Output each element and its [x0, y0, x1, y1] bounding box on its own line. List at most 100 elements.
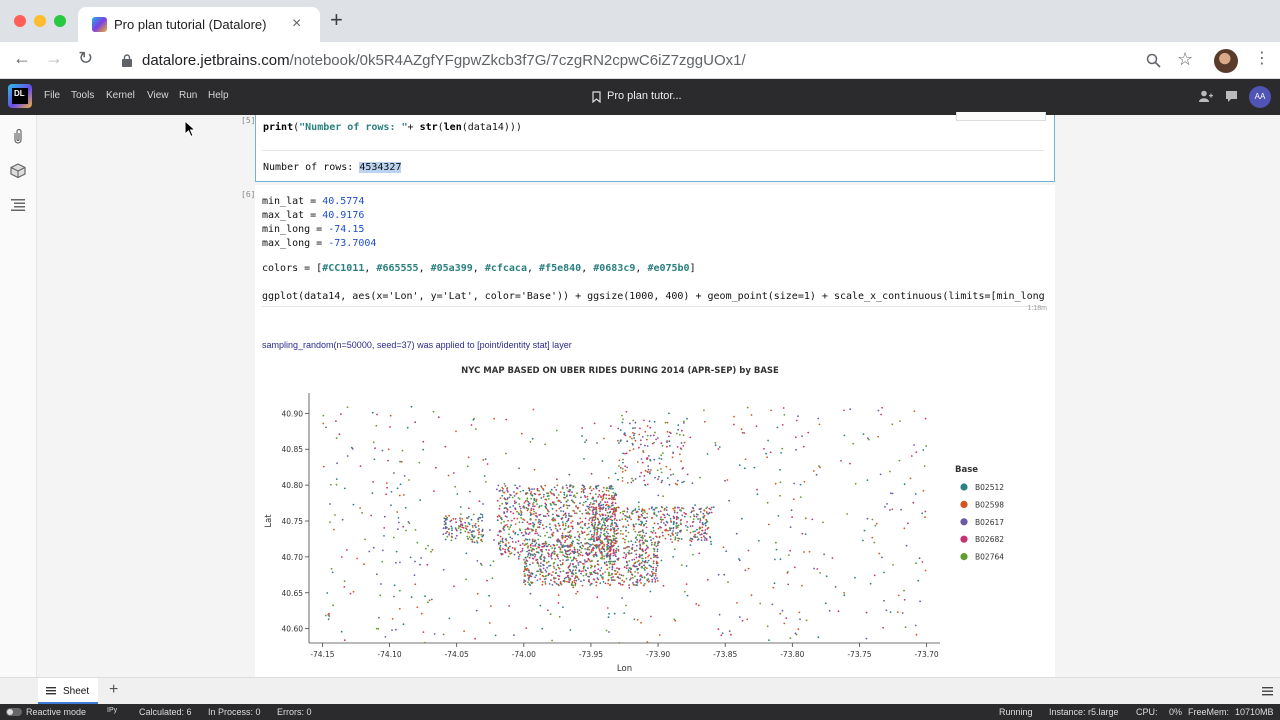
environment-icon[interactable]	[10, 163, 26, 178]
data-point	[554, 547, 556, 550]
data-point	[602, 517, 604, 519]
minimize-window-button[interactable]	[34, 15, 46, 27]
code-colors[interactable]: colors = [#CC1011, #665555, #05a399, #cf…	[262, 263, 696, 274]
data-point	[608, 506, 611, 508]
data-point	[599, 505, 601, 507]
new-tab-icon[interactable]: +	[330, 9, 343, 31]
data-point	[606, 552, 609, 555]
data-point	[683, 512, 686, 514]
instance-type[interactable]: Instance: r5.large	[1049, 707, 1119, 717]
data-point	[542, 496, 545, 498]
menu-tools[interactable]: Tools	[71, 90, 94, 101]
zoom-icon[interactable]	[1146, 53, 1161, 68]
sheets-list-icon[interactable]	[1262, 687, 1273, 696]
menu-view[interactable]: View	[147, 90, 169, 101]
maximize-window-button[interactable]	[54, 15, 66, 27]
browser-menu-icon[interactable]: ⋮	[1254, 48, 1270, 68]
data-point	[646, 434, 649, 437]
data-point	[615, 529, 618, 532]
data-point	[551, 533, 553, 536]
data-point	[336, 462, 338, 465]
data-point	[615, 537, 618, 539]
data-point	[649, 590, 652, 593]
profile-avatar[interactable]	[1214, 49, 1238, 73]
data-point	[524, 560, 527, 563]
code-min-lat[interactable]: min_lat = 40.5774	[262, 196, 364, 207]
data-point	[604, 519, 607, 521]
data-point	[915, 562, 917, 565]
cell-5-toolbar[interactable]	[956, 112, 1046, 121]
data-point	[669, 518, 672, 520]
back-icon[interactable]: ←	[13, 48, 31, 69]
data-point	[461, 518, 464, 520]
notebook-title[interactable]: Pro plan tutor...	[607, 90, 682, 102]
data-point	[706, 506, 709, 509]
data-point	[464, 530, 467, 533]
data-point	[446, 530, 448, 533]
comments-icon[interactable]	[1225, 90, 1238, 103]
bookmark-star-icon[interactable]: ☆	[1177, 49, 1193, 70]
menu-run[interactable]: Run	[179, 90, 197, 101]
data-point	[576, 492, 578, 495]
share-users-icon[interactable]	[1199, 90, 1213, 103]
data-point	[607, 525, 609, 527]
data-point	[603, 524, 606, 526]
data-point	[685, 583, 688, 585]
data-point	[863, 529, 866, 532]
data-point	[634, 530, 637, 533]
data-point	[613, 506, 616, 509]
user-avatar[interactable]: AA	[1249, 86, 1271, 108]
close-window-button[interactable]	[14, 15, 26, 27]
data-point	[567, 574, 569, 577]
data-point	[924, 510, 927, 513]
add-sheet-icon[interactable]: +	[109, 681, 118, 699]
code-min-long[interactable]: min_long = -74.15	[262, 224, 364, 235]
cell-6[interactable]: min_lat = 40.5774 max_lat = 40.9176 min_…	[255, 185, 1055, 677]
data-point	[581, 554, 584, 557]
data-point	[602, 503, 605, 506]
address-bar[interactable]: datalore.jetbrains.com/notebook/0k5R4AZg…	[110, 46, 1170, 75]
data-point	[741, 431, 744, 434]
datalore-logo-icon[interactable]: DL	[8, 84, 32, 108]
code-max-long[interactable]: max_long = -73.7004	[262, 238, 376, 249]
data-point	[520, 511, 523, 513]
forward-icon[interactable]: →	[45, 48, 63, 69]
cell-5[interactable]: print("Number of rows: "+ str(len(data14…	[255, 112, 1055, 182]
attachments-icon[interactable]	[12, 128, 24, 145]
data-point	[603, 543, 605, 546]
data-point	[669, 538, 672, 541]
data-point	[747, 549, 750, 552]
data-point	[696, 528, 698, 531]
tab-sheet[interactable]: Sheet	[38, 678, 98, 704]
reactive-mode-label[interactable]: Reactive mode	[26, 707, 86, 717]
x-tick-label: -74.00	[512, 650, 536, 659]
close-tab-icon[interactable]: ×	[292, 15, 301, 33]
data-point	[605, 629, 608, 632]
data-point	[891, 423, 894, 426]
menu-kernel[interactable]: Kernel	[106, 90, 135, 101]
reactive-mode-toggle[interactable]	[6, 708, 22, 716]
data-point	[675, 522, 678, 525]
code-max-lat[interactable]: max_lat = 40.9176	[262, 210, 364, 221]
data-point	[630, 552, 633, 554]
data-point	[571, 491, 573, 494]
data-point	[577, 554, 580, 557]
menu-file[interactable]: File	[44, 90, 60, 101]
outline-icon[interactable]	[11, 198, 25, 212]
data-point	[633, 525, 636, 528]
data-point	[795, 448, 797, 451]
data-point	[698, 508, 701, 511]
data-point	[384, 636, 387, 638]
cell-5-code[interactable]: print("Number of rows: "+ str(len(data14…	[263, 122, 522, 133]
data-point	[446, 526, 448, 529]
data-point	[630, 577, 632, 580]
reload-icon[interactable]: ↻	[78, 48, 93, 69]
browser-tab[interactable]: Pro plan tutorial (Datalore) ×	[78, 7, 320, 42]
data-point	[621, 477, 624, 479]
menu-help[interactable]: Help	[208, 90, 229, 101]
data-point	[467, 515, 470, 518]
data-point	[594, 518, 597, 521]
code-ggplot[interactable]: ggplot(data14, aes(x='Lon', y='Lat', col…	[262, 291, 1046, 302]
data-point	[400, 460, 403, 463]
data-point	[789, 526, 792, 528]
